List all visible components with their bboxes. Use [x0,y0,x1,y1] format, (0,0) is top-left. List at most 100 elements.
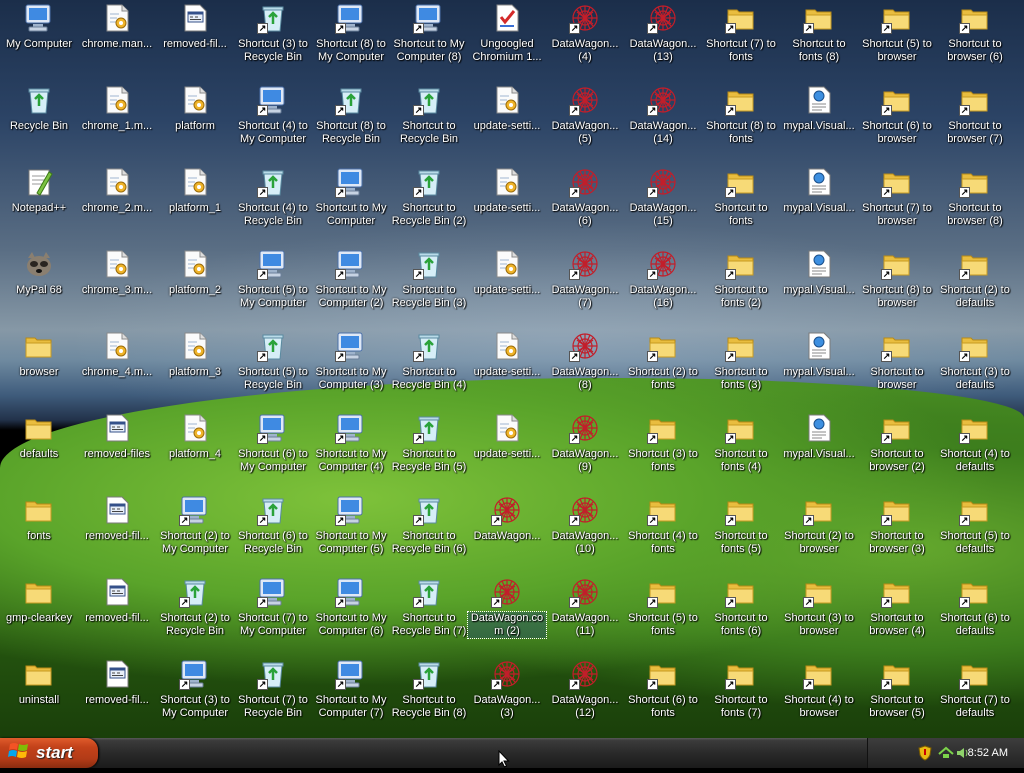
desktop-icon[interactable]: ↗ Shortcut to browser (4) [858,574,936,656]
desktop-icon[interactable]: ↗ Shortcut to My Computer [312,164,390,246]
desktop-icon[interactable]: mypal.Visual... [780,164,858,246]
security-shield-icon[interactable] [918,745,932,766]
desktop-icon[interactable]: ↗ Shortcut to Recycle Bin [390,82,468,164]
desktop-icon[interactable]: ↗ Shortcut to fonts (4) [702,410,780,492]
desktop-icon[interactable]: My Computer [0,0,78,82]
desktop-icon[interactable]: ↗ Shortcut (2) to browser [780,492,858,574]
desktop-icon[interactable]: ↗ Shortcut (7) to fonts [702,0,780,82]
desktop-icon[interactable]: ↗ Shortcut (4) to defaults [936,410,1014,492]
desktop-icon[interactable]: ↗ Shortcut (4) to browser [780,656,858,738]
desktop-icon[interactable]: ↗ Shortcut (4) to My Computer [234,82,312,164]
desktop-icon[interactable]: ↗ Shortcut (6) to browser [858,82,936,164]
desktop-icon[interactable]: platform_1 [156,164,234,246]
desktop-icon[interactable]: ↗ Shortcut (6) to fonts [624,656,702,738]
desktop-icon[interactable]: update-setti... [468,164,546,246]
desktop-icon[interactable]: ↗ Shortcut to My Computer (5) [312,492,390,574]
desktop-icon[interactable]: ↗ Shortcut (5) to Recycle Bin [234,328,312,410]
desktop-icon[interactable]: ↗ Shortcut to Recycle Bin (3) [390,246,468,328]
desktop-icon[interactable]: ↗ Shortcut to fonts (3) [702,328,780,410]
desktop-icon[interactable]: chrome_1.m... [78,82,156,164]
desktop-icon[interactable]: ↗ Shortcut (7) to defaults [936,656,1014,738]
desktop-icon[interactable]: ↗ Shortcut (2) to fonts [624,328,702,410]
desktop-icon[interactable]: gmp-clearkey [0,574,78,656]
desktop-icon[interactable]: ↗ Shortcut to My Computer (6) [312,574,390,656]
desktop-icon[interactable]: chrome_2.m... [78,164,156,246]
desktop-icon[interactable]: ↗ Shortcut to fonts (6) [702,574,780,656]
network-icon[interactable] [938,746,954,765]
desktop-icon[interactable]: ↗ Shortcut to browser (6) [936,0,1014,82]
desktop-icon[interactable]: ↗ DataWagon... (11) [546,574,624,656]
desktop-icon[interactable]: ↗ DataWagon... (10) [546,492,624,574]
desktop-icon[interactable]: fonts [0,492,78,574]
desktop-icon[interactable]: ↗ Shortcut (3) to Recycle Bin [234,0,312,82]
desktop-icon[interactable]: ↗ Shortcut (4) to fonts [624,492,702,574]
desktop-icon[interactable]: ↗ Shortcut (8) to Recycle Bin [312,82,390,164]
desktop-icon[interactable]: browser [0,328,78,410]
desktop-icon[interactable]: ↗ Shortcut to browser (5) [858,656,936,738]
desktop-icon[interactable]: ↗ Shortcut to browser (8) [936,164,1014,246]
desktop-icon[interactable]: mypal.Visual... [780,82,858,164]
desktop-icon[interactable]: ↗ Shortcut to Recycle Bin (8) [390,656,468,738]
desktop-icon[interactable]: removed-files [78,410,156,492]
desktop-icon[interactable]: ↗ Shortcut to browser (3) [858,492,936,574]
desktop-icon[interactable]: Ungoogled Chromium 1... [468,0,546,82]
desktop-icon[interactable]: MyPal 68 [0,246,78,328]
desktop-icon[interactable]: ↗ DataWagon... (16) [624,246,702,328]
desktop-icon[interactable]: platform_3 [156,328,234,410]
desktop-icon[interactable]: ↗ Shortcut (4) to Recycle Bin [234,164,312,246]
desktop-icon[interactable]: ↗ Shortcut to fonts (8) [780,0,858,82]
desktop-icon[interactable]: ↗ DataWagon... (5) [546,82,624,164]
desktop-icon[interactable]: ↗ Shortcut (7) to browser [858,164,936,246]
desktop-icon[interactable]: Recycle Bin [0,82,78,164]
desktop-icon[interactable]: chrome_3.m... [78,246,156,328]
desktop-icon[interactable]: ↗ Shortcut (3) to My Computer [156,656,234,738]
desktop-icon[interactable]: ↗ DataWagon... (12) [546,656,624,738]
desktop-icon[interactable]: ↗ DataWagon.com (2) [467,574,547,656]
desktop-icon[interactable]: ↗ DataWagon... (6) [546,164,624,246]
desktop-icon[interactable]: ↗ DataWagon... (15) [624,164,702,246]
desktop-icon[interactable]: ↗ Shortcut to browser [858,328,936,410]
desktop-icon[interactable]: ↗ Shortcut to browser (2) [858,410,936,492]
desktop-icon[interactable]: ↗ DataWagon... (7) [546,246,624,328]
desktop-icon[interactable]: ↗ Shortcut (8) to My Computer [312,0,390,82]
desktop-icon[interactable]: ↗ Shortcut to My Computer (7) [312,656,390,738]
desktop-icon[interactable]: ↗ DataWagon... [468,492,546,574]
desktop-icon[interactable]: ↗ Shortcut (6) to defaults [936,574,1014,656]
desktop-icon[interactable]: ↗ Shortcut (2) to My Computer [156,492,234,574]
desktop-icon[interactable]: ↗ Shortcut (5) to fonts [624,574,702,656]
desktop-icon[interactable]: removed-fil... [156,0,234,82]
desktop-icon[interactable]: update-setti... [468,410,546,492]
desktop-icon[interactable]: ↗ Shortcut to Recycle Bin (5) [390,410,468,492]
desktop-icon[interactable]: removed-fil... [78,574,156,656]
desktop-icon[interactable]: ↗ Shortcut (6) to My Computer [234,410,312,492]
desktop-icon[interactable]: ↗ DataWagon... (14) [624,82,702,164]
desktop-icon[interactable]: ↗ Shortcut (2) to defaults [936,246,1014,328]
desktop-icon[interactable]: ↗ Shortcut to Recycle Bin (6) [390,492,468,574]
desktop-icon[interactable]: ↗ Shortcut to fonts [702,164,780,246]
desktop-icon[interactable]: mypal.Visual... [780,410,858,492]
desktop-icon[interactable]: ↗ Shortcut to My Computer (4) [312,410,390,492]
desktop-icon[interactable]: ↗ Shortcut to Recycle Bin (2) [390,164,468,246]
start-button[interactable]: start [0,738,98,768]
desktop-icon[interactable]: ↗ Shortcut to fonts (7) [702,656,780,738]
desktop-icon[interactable]: removed-fil... [78,492,156,574]
desktop-icon[interactable]: ↗ Shortcut to browser (7) [936,82,1014,164]
desktop-icon[interactable]: ↗ Shortcut (8) to fonts [702,82,780,164]
desktop-icon[interactable]: ↗ Shortcut (8) to browser [858,246,936,328]
desktop-icon[interactable]: platform_4 [156,410,234,492]
desktop-icon[interactable]: ↗ DataWagon... (9) [546,410,624,492]
desktop-icon[interactable]: ↗ Shortcut to Recycle Bin (7) [390,574,468,656]
desktop-icon[interactable]: update-setti... [468,328,546,410]
desktop-icon[interactable]: mypal.Visual... [780,246,858,328]
desktop-icon[interactable]: chrome.man... [78,0,156,82]
desktop-icon[interactable]: ↗ Shortcut (3) to browser [780,574,858,656]
desktop-icon[interactable]: ↗ Shortcut (2) to Recycle Bin [156,574,234,656]
desktop-icon[interactable]: ↗ Shortcut to My Computer (3) [312,328,390,410]
desktop-icon[interactable]: ↗ Shortcut (7) to My Computer [234,574,312,656]
desktop-icon[interactable]: ↗ Shortcut (6) to Recycle Bin [234,492,312,574]
desktop-icon[interactable]: ↗ Shortcut to fonts (5) [702,492,780,574]
desktop-icon[interactable]: ↗ Shortcut to fonts (2) [702,246,780,328]
desktop-icon[interactable]: ↗ Shortcut to Recycle Bin (4) [390,328,468,410]
desktop-icon[interactable]: update-setti... [468,82,546,164]
desktop-icon[interactable]: ↗ Shortcut (5) to My Computer [234,246,312,328]
